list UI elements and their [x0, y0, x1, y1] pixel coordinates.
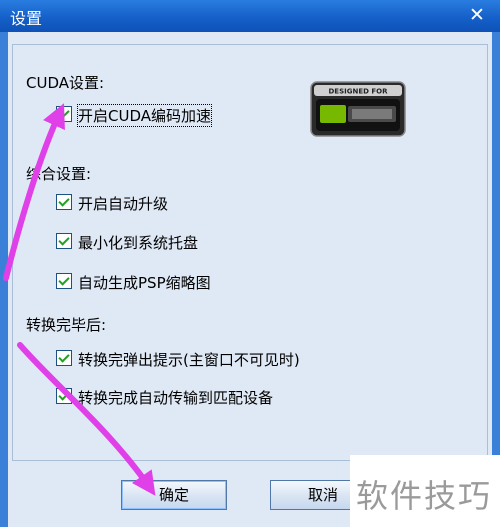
- ok-button[interactable]: 确定: [121, 480, 227, 510]
- window-frame-left: [0, 32, 8, 527]
- cuda-enable-label: 开启CUDA编码加速: [76, 104, 213, 127]
- auto-transfer-checkbox[interactable]: 转换完成自动传输到匹配设备: [56, 387, 316, 407]
- window-title: 设置: [10, 9, 43, 28]
- popup-notice-label: 转换完弹出提示(主窗口不可见时): [78, 351, 300, 369]
- cuda-section-label: CUDA设置:: [26, 74, 105, 92]
- after-convert-section-label: 转换完毕后:: [26, 316, 107, 334]
- minimize-to-tray-checkbox[interactable]: 最小化到系统托盘: [56, 232, 226, 252]
- settings-panel: CUDA设置: 开启CUDA编码加速 DESIGNED FOR 综合设置: 开启…: [12, 44, 488, 461]
- psp-thumbnail-checkbox[interactable]: 自动生成PSP缩略图: [56, 272, 236, 292]
- checkbox-checked-icon[interactable]: [56, 273, 72, 289]
- checkbox-checked-icon[interactable]: [56, 388, 72, 404]
- checkbox-checked-icon[interactable]: [56, 194, 72, 210]
- checkbox-checked-icon[interactable]: [56, 233, 72, 249]
- logo-caption: DESIGNED FOR: [329, 88, 389, 96]
- psp-thumbnail-label: 自动生成PSP缩略图: [78, 274, 211, 292]
- watermark-text: 软件技巧: [356, 477, 493, 515]
- title-bar: 设置 ✕: [0, 0, 500, 32]
- auto-upgrade-checkbox[interactable]: 开启自动升级: [56, 193, 206, 213]
- window-frame-right: [492, 32, 500, 527]
- close-icon[interactable]: ✕: [466, 4, 488, 26]
- checkbox-checked-icon[interactable]: [56, 350, 72, 366]
- watermark: 软件技巧: [350, 455, 500, 527]
- auto-transfer-label: 转换完成自动传输到匹配设备: [78, 389, 274, 407]
- general-section-label: 综合设置:: [26, 165, 92, 183]
- popup-notice-checkbox[interactable]: 转换完弹出提示(主窗口不可见时): [56, 349, 356, 369]
- auto-upgrade-label: 开启自动升级: [78, 195, 169, 213]
- minimize-to-tray-label: 最小化到系统托盘: [78, 234, 199, 252]
- dialog-content: CUDA设置: 开启CUDA编码加速 DESIGNED FOR 综合设置: 开启…: [8, 32, 492, 527]
- nvidia-cuda-logo: DESIGNED FOR: [310, 81, 406, 137]
- checkbox-checked-icon[interactable]: [56, 106, 72, 122]
- cuda-enable-checkbox[interactable]: 开启CUDA编码加速: [56, 104, 236, 127]
